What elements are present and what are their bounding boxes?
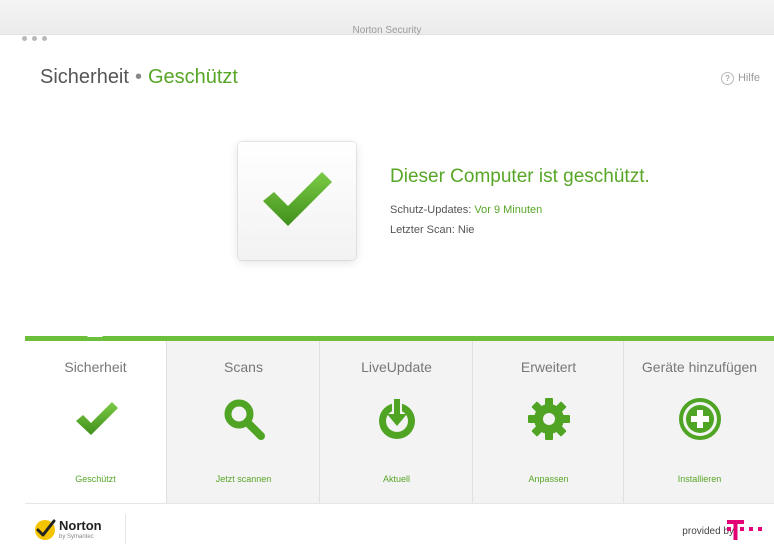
- title-bar: Norton Security: [0, 0, 774, 41]
- tab-label: Erweitert: [520, 359, 577, 375]
- tab-liveupdate[interactable]: LiveUpdate Aktuell: [319, 341, 473, 503]
- logo-subtext: by Symantec: [59, 534, 94, 540]
- main-tabs: Sicherheit Geschützt Scans Jetzt scannen…: [25, 341, 774, 503]
- window-title: Norton Security: [352, 25, 422, 36]
- help-link[interactable]: ? Hilfe: [720, 72, 760, 85]
- tab-geraete-hinzufuegen[interactable]: Geräte hinzufügen Installieren: [623, 341, 774, 503]
- logo-text: Norton: [59, 518, 102, 533]
- tab-scans[interactable]: Scans Jetzt scannen: [166, 341, 320, 503]
- tab-label: Sicherheit: [64, 359, 127, 375]
- section-label: Sicherheit: [40, 66, 129, 88]
- protection-status: Geschützt: [147, 66, 238, 88]
- magnifier-icon: [224, 399, 265, 440]
- gear-icon: [527, 398, 570, 440]
- tab-erweitert[interactable]: Erweitert Anpassen: [472, 341, 624, 503]
- tab-status[interactable]: Installieren: [624, 474, 774, 484]
- norton-logo: Norton by Symantec: [33, 514, 133, 544]
- footer: Norton by Symantec provided by: [25, 503, 774, 558]
- protected-checkmark-tile: [238, 142, 356, 260]
- checkmark-icon: [263, 172, 332, 226]
- last-scan-value: Nie: [457, 224, 475, 236]
- tab-label: LiveUpdate: [361, 359, 432, 375]
- title-separator: •: [134, 66, 142, 88]
- last-scan-row: Letzter Scan: Nie: [390, 224, 474, 236]
- norton-window: Norton Security Sicherheit • Geschützt ? Hi…: [0, 0, 774, 558]
- updates-value[interactable]: Vor 9 Minuten: [474, 204, 542, 216]
- tab-status[interactable]: Aktuell: [320, 474, 473, 484]
- tab-label: Scans: [224, 359, 263, 375]
- help-label: Hilfe: [737, 72, 760, 84]
- telekom-logo-icon: [727, 520, 762, 540]
- download-icon: [378, 399, 415, 439]
- tab-status[interactable]: Geschützt: [25, 474, 166, 484]
- help-icon: ?: [720, 72, 734, 85]
- last-scan-label: Letzter Scan:: [390, 224, 455, 236]
- tab-label: Geräte hinzufügen: [641, 359, 758, 375]
- status-headline: Dieser Computer ist geschützt.: [390, 166, 650, 187]
- norton-check-icon: [35, 519, 56, 540]
- updates-label: Schutz-Updates:: [390, 204, 472, 216]
- tab-status[interactable]: Jetzt scannen: [167, 474, 320, 484]
- active-tab-pointer: [87, 329, 103, 337]
- tab-status[interactable]: Anpassen: [473, 474, 624, 484]
- tab-sicherheit[interactable]: Sicherheit Geschützt: [25, 341, 166, 503]
- checkmark-icon: [75, 402, 118, 435]
- divider: [125, 514, 126, 544]
- plus-circle-icon: [678, 398, 721, 440]
- page-title: Sicherheit • Geschützt: [40, 66, 238, 89]
- updates-row: Schutz-Updates: Vor 9 Minuten: [390, 204, 542, 216]
